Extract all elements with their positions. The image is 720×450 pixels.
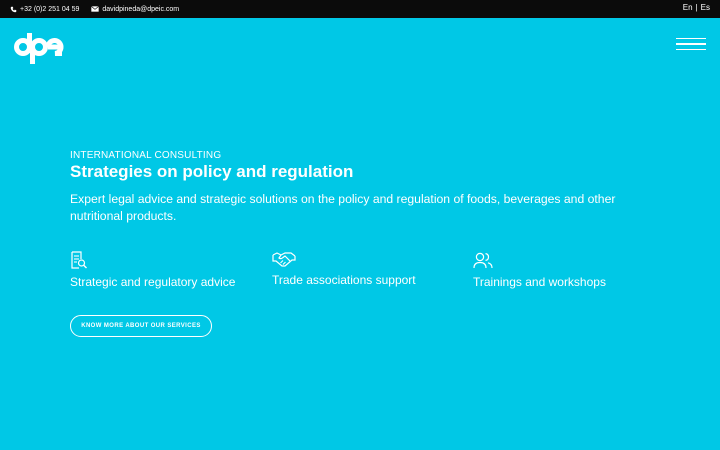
document-search-icon <box>71 251 87 269</box>
phone-link[interactable]: +32 (0)2 251 04 59 <box>10 6 79 13</box>
hamburger-menu-icon-line <box>676 48 706 50</box>
email-link[interactable]: davidpineda@dpeic.com <box>91 6 179 13</box>
lang-separator: | <box>695 3 698 12</box>
lang-es-link[interactable]: Es <box>701 3 710 12</box>
hero-title: Strategies on policy and regulation <box>70 162 354 181</box>
hero-eyebrow: INTERNATIONAL CONSULTING <box>70 150 222 161</box>
hamburger-menu-icon-line <box>676 43 706 45</box>
users-icon <box>473 252 493 269</box>
hero-lead: Expert legal advice and strategic soluti… <box>70 192 616 223</box>
phone-number: +32 (0)2 251 04 59 <box>20 5 80 13</box>
service-trainings[interactable]: Trainings and workshops <box>473 252 606 289</box>
hamburger-menu-button[interactable] <box>676 38 706 50</box>
dpe-logo-icon: dpe <box>14 33 64 64</box>
phone-icon <box>10 6 17 12</box>
language-switcher: En | Es <box>683 3 710 12</box>
service-label: Strategic and regulatory advice <box>70 275 236 289</box>
top-bar: +32 (0)2 251 04 59 davidpineda@dpeic.com… <box>0 0 720 18</box>
service-trade-associations[interactable]: Trade associations support <box>272 251 416 287</box>
service-strategic-advice[interactable]: Strategic and regulatory advice <box>70 251 235 289</box>
lang-en-link[interactable]: En <box>683 3 693 12</box>
handshake-icon <box>272 252 296 267</box>
contact-info: +32 (0)2 251 04 59 davidpineda@dpeic.com <box>10 6 191 13</box>
know-more-button[interactable]: KNOW MORE ABOUT OUR SERVICES <box>70 315 212 337</box>
service-label: Trainings and workshops <box>473 275 606 289</box>
service-label: Trade associations support <box>272 273 416 287</box>
hamburger-menu-icon-line <box>676 38 706 40</box>
email-icon <box>91 6 100 12</box>
dpe-logo[interactable]: dpe <box>14 28 66 71</box>
email-address: davidpineda@dpeic.com <box>102 5 180 13</box>
